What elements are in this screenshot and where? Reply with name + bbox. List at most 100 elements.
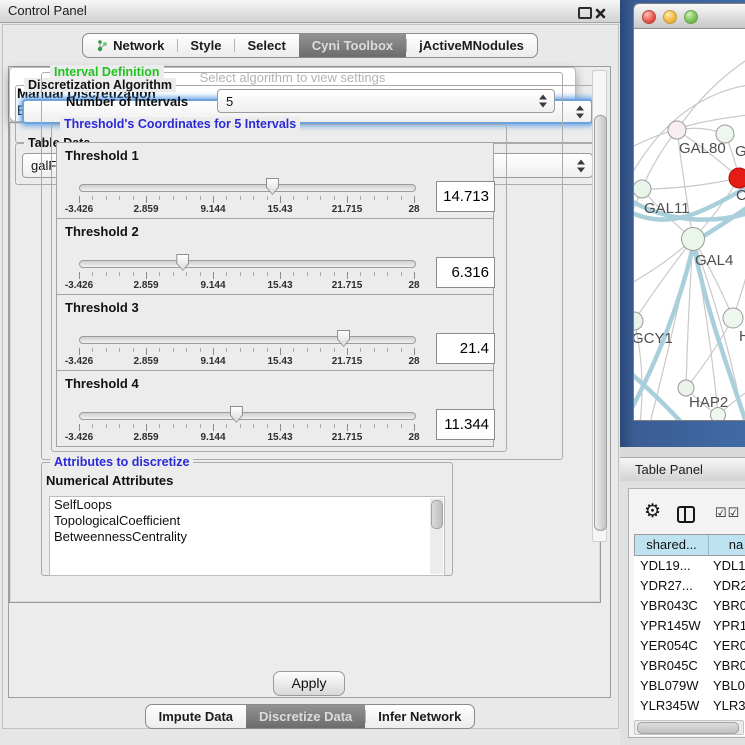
tick-label: 21.715 [332,280,363,291]
table-panel-titlebar: Table Panel [620,457,745,482]
threshold-slider-thumb[interactable] [230,406,243,423]
tab-jactivemnodules[interactable]: jActiveMNodules [406,34,537,57]
threshold-label: Threshold 4 [65,376,139,391]
panel-gap [620,447,745,457]
slider-ticks [79,196,415,204]
threshold-value-field[interactable]: 21.4 [436,333,495,364]
attribute-list-item[interactable]: SelfLoops [50,497,444,513]
table-row[interactable]: YBR045CYBR0 [634,656,745,676]
numerical-attributes-list[interactable]: SelfLoopsTopologicalCoefficientBetweenne… [49,496,445,576]
threshold-slider-thumb[interactable] [176,254,189,271]
table-cell[interactable]: YLR345W [634,696,708,716]
column-header-1[interactable]: shared... [635,535,709,555]
tick-label: 28 [408,356,419,367]
gear-icon[interactable]: ⚙ [644,502,661,521]
thresholds-group: Threshold's Coordinates for 5 Intervals … [51,124,507,452]
threshold-slider-track[interactable] [79,260,416,268]
tick-label: 2.859 [133,356,158,367]
tab-network[interactable]: Network [83,34,177,57]
network-edge [677,59,745,130]
node-label: GA [735,143,745,160]
tab-select[interactable]: Select [234,34,298,57]
tab-discretize-data[interactable]: Discretize Data [246,705,365,728]
table-cell[interactable]: YDL19... [634,556,708,576]
settings-scrollbar-thumb[interactable] [594,122,601,531]
network-node-gal80[interactable] [668,121,686,139]
threshold-value-field[interactable]: 11.344 [436,409,495,440]
zoom-traffic-light-icon[interactable] [684,10,698,24]
table-row[interactable]: YBR043CYBR0 [634,596,745,616]
table-row[interactable]: YDR27...YDR2 [634,576,745,596]
attributes-group-title: Attributes to discretize [50,455,193,469]
network-canvas[interactable]: GAL80GACGAL11GAL4GCY1HHAP2 [634,29,745,420]
table-panel-title: Table Panel [635,462,703,477]
node-label: HAP2 [689,394,728,411]
table-panel-inner: ⚙ ☑☑ shared...na YDL19...YDL1YDR27...YDR… [628,488,745,738]
attribute-list-item[interactable]: TopologicalCoefficient [50,513,444,529]
table-cell[interactable]: YDR2 [708,576,745,596]
slider-tick-labels: -3.4262.8599.14415.4321.71528 [79,356,415,367]
table-row[interactable]: YER054CYER0 [634,636,745,656]
table-cell[interactable]: YDR27... [634,576,708,596]
column-header-2[interactable]: na [709,535,745,555]
network-node-h[interactable] [723,308,743,328]
settings-scroll-panel: Interval Definition Number of Intervals … [9,122,601,603]
table-cell[interactable]: YER0 [708,636,745,656]
close-icon[interactable] [595,6,606,24]
threshold-slider-track[interactable] [79,184,416,192]
tab-infer-network[interactable]: Infer Network [365,705,474,728]
table-cell[interactable]: YPR1 [708,616,745,636]
tab-style[interactable]: Style [177,34,234,57]
control-panel-titlebar: Control Panel [0,0,620,23]
table-row[interactable]: YLR345WYLR3 [634,696,745,716]
threshold-value-field[interactable]: 14.713 [436,181,495,212]
list-scrollbar-thumb[interactable] [431,500,443,529]
tab-impute-data[interactable]: Impute Data [146,705,246,728]
network-node-gal11[interactable] [634,180,651,198]
tick-label: -3.426 [65,204,93,215]
attribute-list-item[interactable]: BetweennessCentrality [50,529,444,545]
checkbox-filter-icon[interactable]: ☑☑ [715,505,740,521]
node-label: GAL11 [644,200,690,217]
tick-label: 15.43 [267,432,292,443]
table-cell[interactable]: YER054C [634,636,708,656]
table-cell[interactable]: YLR3 [708,696,745,716]
table-cell[interactable]: YBR045C [634,656,708,676]
table-rows: YDL19...YDL1YDR27...YDR2YBR043CYBR0YPR14… [634,556,745,736]
settings-scrollbar[interactable] [592,122,601,542]
tab-label: Impute Data [159,705,233,728]
list-scrollbar[interactable] [430,498,443,574]
tab-cyni-toolbox[interactable]: Cyni Toolbox [299,34,406,57]
node-label: C [736,187,745,204]
threshold-slider-track[interactable] [79,336,416,344]
table-cell[interactable]: YBR0 [708,596,745,616]
threshold-slider-thumb[interactable] [266,178,279,195]
threshold-panel-3: Threshold 3-3.4262.8599.14415.4321.71528… [56,294,494,371]
table-cell[interactable]: YBL0 [708,676,745,696]
table-hscrollbar[interactable] [634,720,744,735]
table-row[interactable]: YPR145WYPR1 [634,616,745,636]
tab-label: Discretize Data [259,705,352,728]
threshold-slider-track[interactable] [79,412,416,420]
columns-icon[interactable] [677,506,695,523]
table-row[interactable]: YBL079WYBL0 [634,676,745,696]
table-cell[interactable]: YBR0 [708,656,745,676]
threshold-slider-thumb[interactable] [337,330,350,347]
table-row[interactable]: YDL19...YDL1 [634,556,745,576]
apply-button[interactable]: Apply [273,671,345,696]
table-hscrollbar-thumb[interactable] [637,722,739,734]
table-cell[interactable]: YBR043C [634,596,708,616]
threshold-value-field[interactable]: 6.316 [436,257,495,288]
table-cell[interactable]: YBL079W [634,676,708,696]
network-node-gal4[interactable] [682,228,705,251]
minimize-traffic-light-icon[interactable] [663,10,677,24]
close-traffic-light-icon[interactable] [642,10,656,24]
network-node-gcy1[interactable] [634,312,643,330]
network-node-c[interactable] [729,168,745,188]
network-edge [642,178,739,189]
tick-label: 21.715 [332,204,363,215]
table-cell[interactable]: YDL1 [708,556,745,576]
tick-label: 28 [408,204,419,215]
float-window-icon[interactable] [578,7,592,19]
table-cell[interactable]: YPR145W [634,616,708,636]
